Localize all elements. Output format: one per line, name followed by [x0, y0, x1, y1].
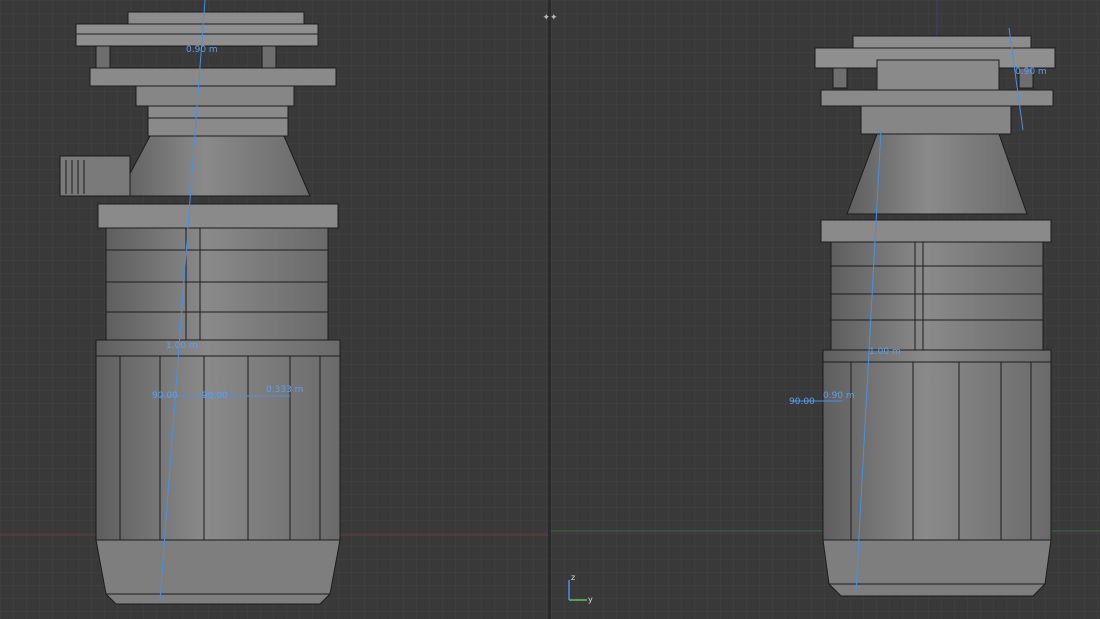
- right-3d-viewport[interactable]: 0.90 m 1.00 m 90.00 0.90 m z y: [551, 0, 1100, 619]
- measure-label-3: 0.333 m: [266, 385, 303, 395]
- measure-label-2: 1.00 m: [166, 341, 198, 351]
- measure-label-3: 0.90 m: [823, 391, 855, 401]
- axis-z-label: z: [571, 573, 575, 582]
- measure-label-2: 1.00 m: [869, 347, 901, 357]
- axis-y-label: y: [588, 595, 593, 604]
- measure-label-1: 0.90 m: [186, 45, 218, 55]
- right-viewport-canvas[interactable]: 0.90 m 1.00 m 90.00 0.90 m z y: [551, 0, 1100, 619]
- blender-workspace: 0.90 m 1.00 m 0.333 m 90.00 90.00 ✦✦ 0.9…: [0, 0, 1100, 619]
- angle-label-1: 90.00: [789, 397, 815, 407]
- left-3d-viewport[interactable]: 0.90 m 1.00 m 0.333 m 90.00 90.00: [0, 0, 548, 619]
- left-viewport-canvas[interactable]: 0.90 m 1.00 m 0.333 m 90.00 90.00: [0, 0, 548, 619]
- measure-label-1: 0.90 m: [1015, 67, 1047, 77]
- angle-label-2: 90.00: [202, 391, 228, 401]
- angle-label-1: 90.00: [152, 391, 178, 401]
